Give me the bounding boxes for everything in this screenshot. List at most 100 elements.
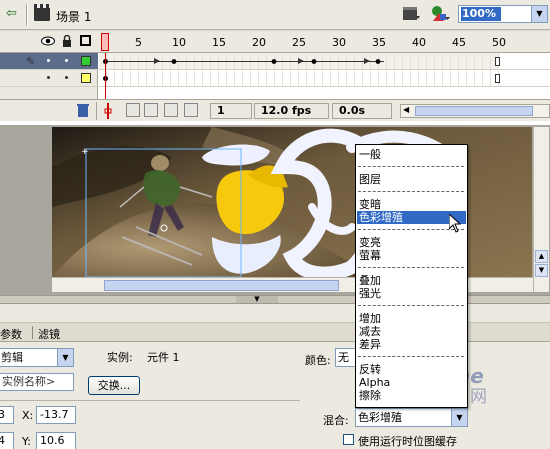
playhead[interactable] <box>101 33 109 51</box>
layer-color-swatch[interactable] <box>81 73 91 83</box>
current-frame: 1 <box>210 103 252 119</box>
blend-menu-item[interactable]: 反转 <box>357 363 466 376</box>
menu-separator <box>358 305 464 306</box>
scroll-left-icon[interactable]: ◀ <box>403 105 409 114</box>
chevron-down-icon[interactable]: ▼ <box>531 6 547 22</box>
elapsed-time: 0.0s <box>332 103 392 119</box>
scene-label: 场景 1 <box>56 10 92 24</box>
blend-label: 混合: <box>323 414 349 427</box>
blend-menu-item[interactable]: 擦除 <box>357 389 466 402</box>
layer-color-swatch[interactable] <box>81 56 91 66</box>
y-input[interactable]: 10.6 <box>36 432 76 449</box>
frame-track[interactable] <box>99 53 500 69</box>
blend-select[interactable]: 色彩增殖 ▼ <box>355 408 468 427</box>
tab-divider <box>32 326 33 339</box>
bitmap-cache-label: 使用运行时位图缓存 <box>358 435 457 448</box>
timeline-hscroll[interactable]: ◀ <box>400 104 550 118</box>
visibility-dot[interactable] <box>47 76 50 79</box>
scene-bar: ⇦ 场景 1 100% ▼ <box>0 0 550 30</box>
frame-number: 5 <box>135 36 142 49</box>
blend-menu-item[interactable]: 变暗 <box>357 198 466 211</box>
blend-menu-item[interactable]: 强光 <box>357 287 466 300</box>
frame-number: 40 <box>412 36 426 49</box>
tween-arrows <box>154 58 381 64</box>
bitmap-cache-checkbox[interactable] <box>343 434 354 445</box>
scroll-thumb[interactable] <box>415 106 533 116</box>
instance-name-input[interactable]: 实例名称> <box>0 373 74 391</box>
footer-separator <box>96 102 97 120</box>
edit-multiple-frames-icon[interactable] <box>164 103 178 117</box>
pencil-icon: ✎ <box>26 55 36 68</box>
timeline-panel: 15101520253035404550 ✎ <box>0 31 550 155</box>
stage-vscroll[interactable]: ▲ ▼ <box>533 127 549 292</box>
layer-name-cell[interactable] <box>0 70 98 86</box>
eye-icon[interactable] <box>41 36 55 46</box>
color-select[interactable]: 无 <box>335 348 357 367</box>
instance-value: 元件 1 <box>147 351 180 364</box>
edit-scene-icon[interactable] <box>402 6 420 22</box>
edit-symbol-icon[interactable] <box>430 5 450 23</box>
blend-menu-item[interactable]: 图层 <box>357 173 466 186</box>
blend-menu-item[interactable]: Alpha <box>357 376 466 389</box>
frame-rate[interactable]: 12.0 fps <box>254 103 329 119</box>
blend-menu-item[interactable]: 差异 <box>357 338 466 351</box>
back-arrow-icon[interactable]: ⇦ <box>6 7 20 21</box>
x-input[interactable]: -13.7 <box>36 406 76 424</box>
frame-track[interactable] <box>99 70 500 86</box>
zoom-select[interactable]: 100% ▼ <box>458 5 548 23</box>
x-label: X: <box>22 409 34 422</box>
blend-menu-item[interactable]: 减去 <box>357 325 466 338</box>
toolbar-separator <box>26 4 28 26</box>
color-value: 无 <box>338 351 349 364</box>
end-frame[interactable] <box>495 74 500 83</box>
collapse-arrow-icon[interactable]: ▼ <box>236 296 278 303</box>
symbol-type-value: 剪辑 <box>1 351 23 364</box>
chevron-down-icon[interactable]: ▼ <box>451 409 467 426</box>
layer-row[interactable] <box>0 70 550 87</box>
symbol-type-select[interactable]: 剪辑 ▼ <box>0 348 74 367</box>
center-frame-icon[interactable] <box>103 103 113 119</box>
menu-separator <box>358 267 464 268</box>
zoom-value: 100% <box>461 7 501 21</box>
onion-skin-icon[interactable] <box>126 103 140 117</box>
end-frame[interactable] <box>495 57 500 66</box>
visibility-dot[interactable] <box>47 59 50 62</box>
height-input[interactable]: 4 <box>0 432 14 449</box>
menu-separator <box>358 356 464 357</box>
timeline-footer: 1 12.0 fps 0.0s ◀ <box>0 99 550 121</box>
blend-mode-menu: 一般 图层 变暗 色彩增殖 变亮 萤幕 叠加 强光 增加 减去 差异 反转 Alpha 擦除 <box>355 144 468 408</box>
chevron-down-icon[interactable]: ▼ <box>57 349 73 366</box>
frame-number: 10 <box>172 36 186 49</box>
onion-outlines-icon[interactable] <box>144 103 158 117</box>
blend-menu-item[interactable]: 一般 <box>357 148 466 161</box>
frame-number: 45 <box>452 36 466 49</box>
frame-number: 25 <box>292 36 306 49</box>
swap-button[interactable]: 交换... <box>88 376 140 395</box>
layer-name-cell[interactable]: ✎ <box>0 53 98 69</box>
scroll-down-icon[interactable]: ▼ <box>535 264 548 277</box>
playhead-line <box>105 53 106 99</box>
width-input[interactable]: 3 <box>0 406 14 424</box>
blend-menu-item[interactable]: 叠加 <box>357 274 466 287</box>
frame-number: 20 <box>252 36 266 49</box>
tab-params[interactable]: 参数 <box>0 326 22 342</box>
y-label: Y: <box>22 435 31 448</box>
lock-icon[interactable] <box>62 35 72 47</box>
lock-dot[interactable] <box>65 59 68 62</box>
blend-menu-item[interactable]: 变亮 <box>357 236 466 249</box>
outline-icon[interactable] <box>80 35 91 46</box>
blend-menu-item[interactable]: 增加 <box>357 312 466 325</box>
layer-row[interactable]: ✎ <box>0 53 550 70</box>
scroll-up-icon[interactable]: ▲ <box>535 250 548 263</box>
instance-label: 实例: <box>107 351 133 364</box>
trash-icon[interactable] <box>76 103 90 118</box>
tab-filters[interactable]: 滤镜 <box>38 326 60 342</box>
modify-onion-markers-icon[interactable] <box>184 103 198 117</box>
blend-menu-item[interactable]: 萤幕 <box>357 249 466 262</box>
scroll-thumb[interactable] <box>104 280 339 291</box>
frame-number: 15 <box>212 36 226 49</box>
frame-number: 35 <box>372 36 386 49</box>
menu-separator <box>358 191 464 192</box>
blend-value: 色彩增殖 <box>358 411 402 424</box>
lock-dot[interactable] <box>65 76 68 79</box>
